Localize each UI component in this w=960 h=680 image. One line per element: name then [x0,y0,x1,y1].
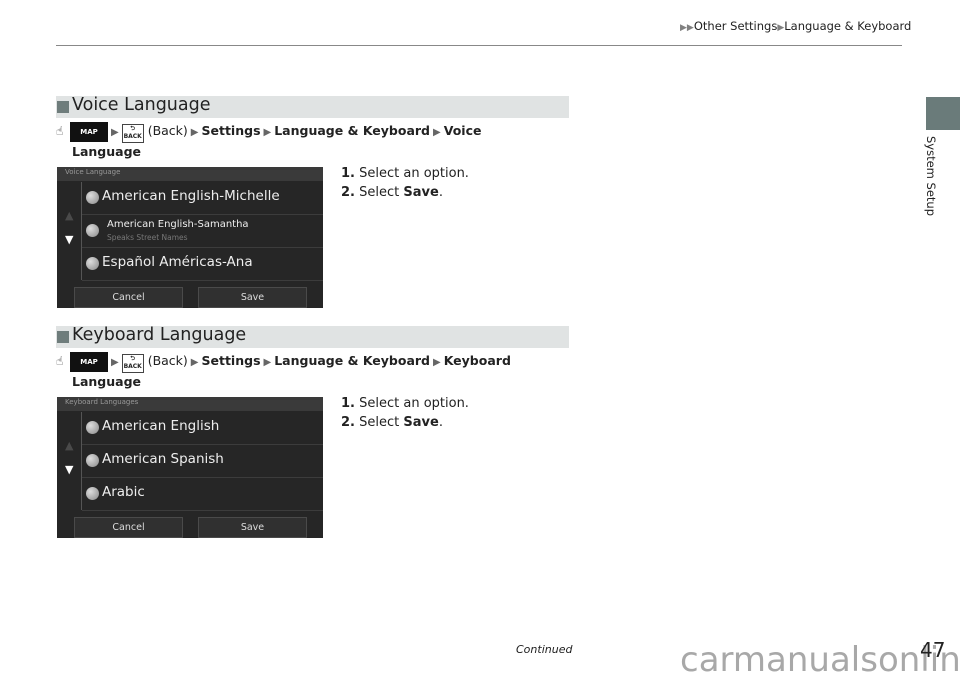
finger-touch-icon: ☝ [56,124,64,138]
option-row[interactable]: American English [82,412,323,445]
option-row[interactable]: Arabic [82,478,323,511]
arrow-icon: ▶ [190,357,199,368]
section-heading-voice-language: Voice Language [56,95,569,118]
option-row[interactable]: American English-Michelle [82,182,323,215]
option-row[interactable]: American Spanish [82,445,323,478]
radio-icon[interactable] [86,191,99,204]
section-heading-keyboard-language: Keyboard Language [56,325,569,348]
page-number: 47 [920,638,946,662]
square-bullet-icon [57,101,69,113]
save-button[interactable]: Save [198,287,307,308]
option-row[interactable]: Español Américas-Ana [82,248,323,281]
scroll-up-icon[interactable]: ▲ [65,209,73,222]
side-tab [926,97,960,130]
square-bullet-icon [57,331,69,343]
arrow-icon: ▶ [433,357,441,368]
keyboard-language-screen: Keyboard Languages ▲ ▼ American English … [57,397,323,538]
radio-icon[interactable] [86,257,99,270]
screen-title: Keyboard Languages [65,398,139,406]
screen-title: Voice Language [65,168,121,176]
instructions: 1. Select an option. 2. Select Save. [341,396,469,430]
cancel-button[interactable]: Cancel [74,517,183,538]
breadcrumb: ▶▶Other Settings▶Language & Keyboard [680,19,911,33]
cancel-button[interactable]: Cancel [74,287,183,308]
instructions: 1. Select an option. 2. Select Save. [341,166,469,200]
watermark: carmanualsonline.info [680,640,960,680]
breadcrumb-item: Other Settings [693,19,778,33]
option-row[interactable]: American English-Samantha Speaks Street N… [82,215,323,248]
header-divider [56,45,902,46]
arrow-icon: ▶ [111,127,119,138]
back-button-icon: ⮌ BACK [121,354,144,373]
triangle-icon: ▶▶ [680,23,694,33]
breadcrumb-item: Language & Keyboard [784,19,912,33]
arrow-icon: ▶ [263,357,272,368]
arrow-icon: ▶ [190,127,199,138]
arrow-icon: ▶ [111,357,119,368]
radio-icon[interactable] [86,224,99,237]
navigation-path: ☝ MAP ▶ ⮌ BACK (Back) ▶ Settings ▶ Language & Ke… [56,122,482,159]
voice-language-screen: Voice Language ▲ ▼ American English-Mich… [57,167,323,308]
arrow-icon: ▶ [433,127,441,138]
radio-icon[interactable] [86,454,99,467]
map-button-icon: MAP [70,122,108,142]
scroll-down-icon[interactable]: ▼ [65,233,73,246]
navigation-path: ☝ MAP ▶ ⮌ BACK (Back) ▶ Settings ▶ Language & Ke… [56,352,511,389]
back-button-icon: ⮌ BACK [121,124,144,143]
section-title: Keyboard Language [72,325,247,345]
arrow-icon: ▶ [263,127,272,138]
finger-touch-icon: ☝ [56,354,64,368]
radio-icon[interactable] [86,421,99,434]
save-button[interactable]: Save [198,517,307,538]
section-title: Voice Language [72,95,211,115]
map-button-icon: MAP [70,352,108,372]
scroll-down-icon[interactable]: ▼ [65,463,73,476]
continued-label: Continued [516,643,573,656]
scroll-up-icon[interactable]: ▲ [65,439,73,452]
side-tab-label: System Setup [924,136,938,217]
radio-icon[interactable] [86,487,99,500]
